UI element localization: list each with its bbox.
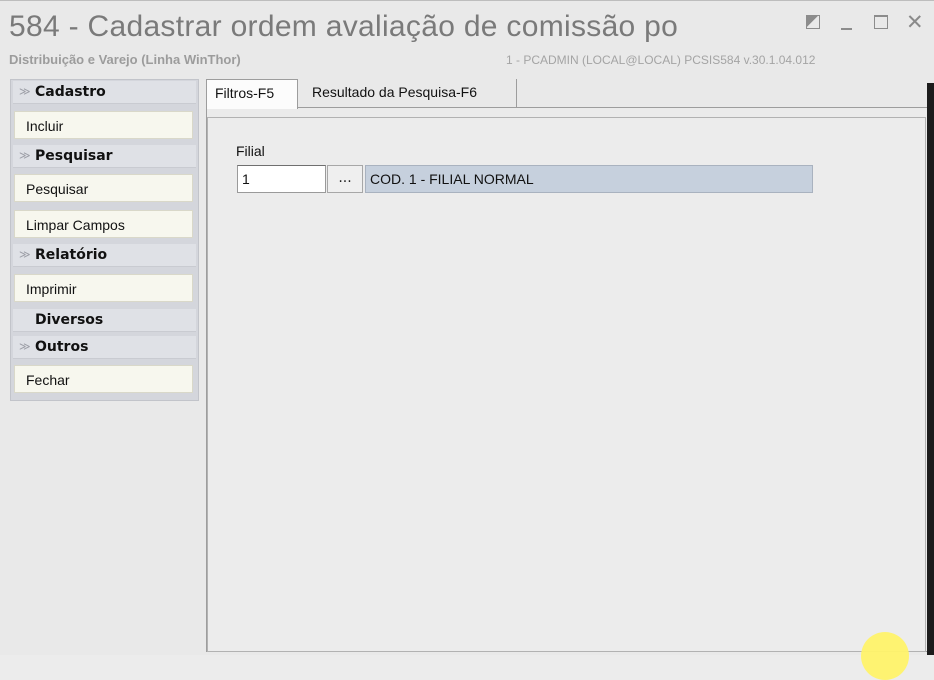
chevron-double-down-icon: ≫ (19, 248, 31, 261)
group-outros[interactable]: ≫ Outros (13, 336, 196, 359)
chevron-double-down-icon: ≫ (19, 340, 31, 353)
pesquisar-button[interactable]: Pesquisar (14, 174, 193, 202)
group-diversos[interactable]: Diversos (13, 309, 196, 332)
filial-lookup-button[interactable]: ... (327, 165, 363, 193)
limpar-campos-button[interactable]: Limpar Campos (14, 210, 193, 238)
group-label: Cadastro (35, 84, 106, 100)
group-relatorio[interactable]: ≫ Relatório (13, 244, 196, 267)
maximize-icon[interactable] (874, 11, 890, 33)
window-subtitle: Distribuição e Varejo (Linha WinThor) (9, 52, 241, 67)
group-label: Pesquisar (35, 148, 113, 164)
window-title: 584 - Cadastrar ordem avaliação de comis… (9, 10, 679, 43)
restore-window-icon[interactable] (806, 11, 820, 33)
cursor-highlight (861, 632, 909, 680)
group-label: Relatório (35, 247, 108, 263)
incluir-button[interactable]: Incluir (14, 111, 193, 139)
window-edge (927, 83, 934, 655)
user-info: 1 - PCADMIN (LOCAL@LOCAL) PCSIS584 v.30.… (506, 53, 816, 67)
tab-resultado-pesquisa[interactable]: Resultado da Pesquisa-F6 (299, 79, 517, 107)
filial-label: Filial (236, 143, 265, 159)
action-sidebar: ≫ Cadastro Incluir ≫ Pesquisar Pesquisar… (10, 79, 199, 401)
chevron-double-down-icon: ≫ (19, 149, 31, 162)
group-label: Outros (35, 339, 89, 355)
group-cadastro[interactable]: ≫ Cadastro (13, 81, 196, 104)
main-window: 584 - Cadastrar ordem avaliação de comis… (0, 0, 934, 680)
tab-filtros[interactable]: Filtros-F5 (206, 79, 298, 109)
chevron-double-down-icon: ≫ (19, 85, 31, 98)
fechar-button[interactable]: Fechar (14, 365, 193, 393)
filial-description-field: COD. 1 - FILIAL NORMAL (365, 165, 813, 193)
group-label: Diversos (35, 312, 104, 328)
imprimir-button[interactable]: Imprimir (14, 274, 193, 302)
close-icon[interactable]: ✕ (906, 11, 926, 33)
filial-input[interactable]: 1 (237, 165, 326, 193)
filters-group-box (207, 117, 926, 652)
group-pesquisar[interactable]: ≫ Pesquisar (13, 145, 196, 168)
minimize-icon[interactable] (840, 11, 856, 33)
